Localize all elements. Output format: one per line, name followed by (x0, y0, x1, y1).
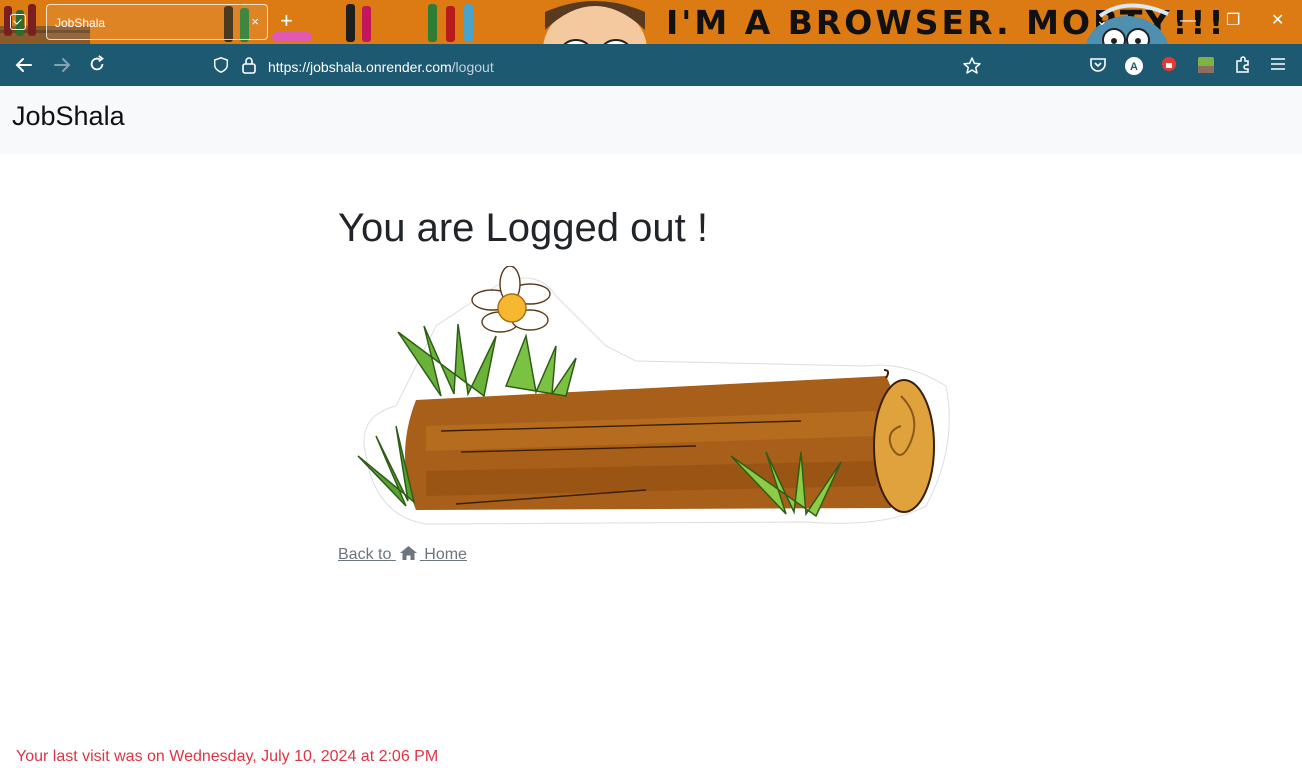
bookmark-star-icon[interactable] (962, 56, 982, 76)
tab-list-icon[interactable] (10, 14, 26, 30)
log-flower-illustration (357, 266, 950, 525)
svg-text:A: A (1130, 61, 1138, 73)
browser-tab[interactable]: JobShala × (46, 4, 268, 40)
site-brand[interactable]: JobShala (12, 101, 125, 132)
tab-strip: I'M A BROWSER. MORTY!!! JobShala × + ⌄ —… (0, 0, 1302, 44)
last-visit-message: Your last visit was on Wednesday, July 1… (16, 748, 439, 765)
minimize-button[interactable]: — (1180, 12, 1196, 30)
new-tab-button[interactable]: + (280, 10, 293, 32)
url-bar[interactable]: https://jobshala.onrender.com/logout (268, 59, 494, 75)
back-arrow-icon[interactable] (14, 55, 34, 75)
extension-blocker-icon[interactable] (1161, 56, 1177, 72)
reload-icon[interactable] (88, 55, 106, 73)
page-heading: You are Logged out ! (338, 206, 708, 250)
puzzle-icon[interactable] (1234, 56, 1252, 74)
home-icon (399, 546, 417, 560)
back-to-home-link[interactable]: Back to Home (338, 545, 467, 564)
extension-tile-icon[interactable] (1197, 56, 1215, 74)
url-path: /logout (451, 59, 494, 75)
close-window-button[interactable]: ✕ (1271, 12, 1284, 30)
url-host: https://jobshala.onrender.com (268, 59, 452, 75)
tab-close-icon[interactable]: × (251, 14, 259, 30)
daisy-flower (471, 266, 551, 333)
back-link-prefix: Back to (338, 546, 392, 563)
forward-arrow-icon[interactable] (52, 55, 72, 75)
tab-title: JobShala (55, 16, 106, 30)
tab-overflow-chevron-icon[interactable]: ⌄ (1096, 12, 1108, 29)
account-icon[interactable]: A (1124, 56, 1144, 76)
site-navbar: JobShala (0, 86, 1302, 154)
maximize-button[interactable]: ❐ (1226, 12, 1240, 30)
menu-icon[interactable] (1270, 56, 1286, 72)
pocket-icon[interactable] (1089, 56, 1107, 74)
lock-icon[interactable] (241, 56, 257, 74)
shield-icon[interactable] (212, 56, 230, 74)
back-link-label: Home (424, 546, 467, 563)
theme-character-face (543, 1, 647, 44)
